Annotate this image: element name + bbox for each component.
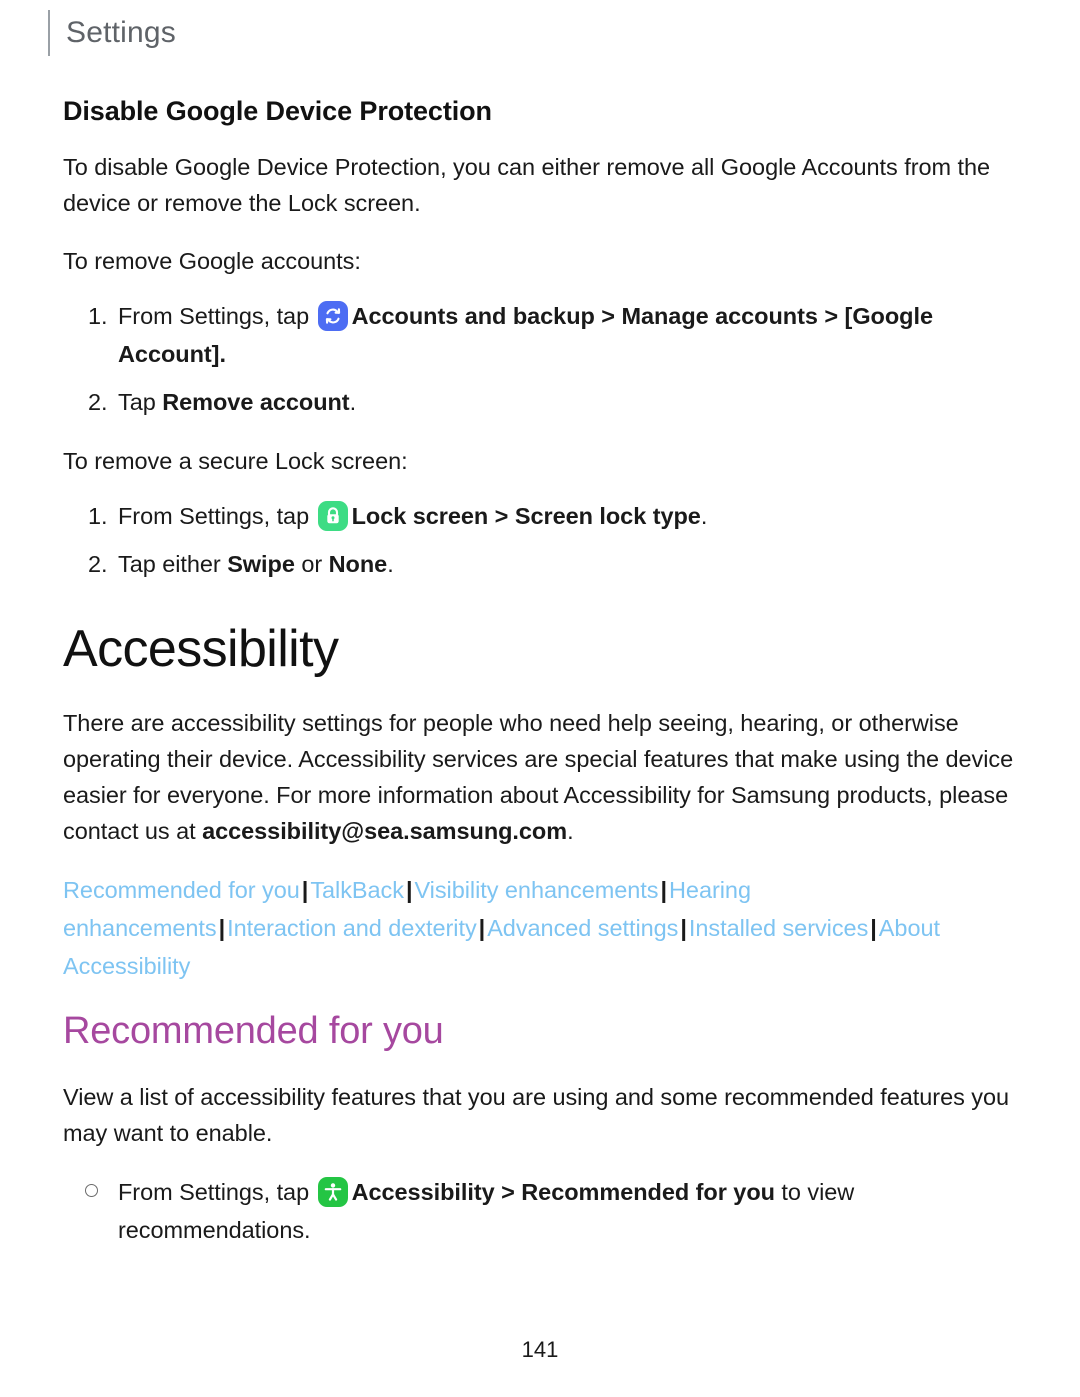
page-footer: 141	[0, 1337, 1080, 1363]
link-installed-services[interactable]: Installed services	[689, 915, 868, 941]
step-bold-lock-screen: Lock screen	[351, 503, 489, 530]
step-number: 1.	[88, 303, 108, 330]
step-text-prefix: From Settings, tap	[118, 303, 316, 330]
remove-lock-steps: 1. From Settings, tap Lock screen > Scree…	[63, 497, 1025, 583]
step-chevron-1: >	[494, 1179, 522, 1205]
chapter-heading-accessibility: Accessibility	[63, 620, 339, 679]
link-visibility-enhancements[interactable]: Visibility enhancements	[414, 877, 658, 903]
link-separator: |	[870, 915, 877, 942]
step-bold-screen-lock-type: Screen lock type	[514, 503, 701, 530]
link-separator: |	[218, 915, 226, 942]
step-text-prefix: Tap	[118, 389, 163, 416]
step-text-middle: or	[294, 551, 329, 578]
link-separator: |	[301, 877, 309, 904]
step-chevron-1: >	[488, 503, 515, 530]
step-bold-remove-account: Remove account	[162, 389, 350, 416]
section-heading-recommended-for-you: Recommended for you	[63, 1010, 444, 1053]
step-text-suffix: .	[700, 503, 708, 530]
link-separator: |	[660, 877, 668, 904]
step-bold-accessibility: Accessibility	[351, 1179, 495, 1205]
step-text-suffix: .	[219, 341, 226, 368]
recommended-intro: View a list of accessibility features th…	[63, 1084, 1010, 1146]
lock-screen-icon[interactable]	[317, 501, 348, 532]
sync-accounts-icon[interactable]	[317, 301, 348, 332]
step-number: 2.	[88, 551, 108, 578]
recommended-steps: From Settings, tap Accessibility > Recom…	[63, 1173, 1025, 1249]
step-number: 1.	[88, 503, 108, 530]
step-chevron-2: >	[817, 303, 845, 330]
accessibility-link-bar: Recommended for you|TalkBack|Visibility …	[63, 871, 1025, 985]
list-item: 2. Tap either Swipe or None.	[63, 545, 1025, 583]
link-recommended-for-you[interactable]: Recommended for you	[63, 877, 300, 903]
link-separator: |	[680, 915, 687, 942]
section-heading-device-protection: Disable Google Device Protection	[63, 96, 492, 126]
link-separator: |	[478, 915, 486, 942]
step-text-prefix: From Settings, tap	[118, 503, 316, 530]
header-title: Settings	[66, 16, 176, 49]
ring-bullet-icon	[85, 1173, 115, 1211]
link-separator: |	[405, 877, 413, 904]
accessibility-contact-email: accessibility@sea.samsung.com	[202, 818, 568, 845]
running-header: Settings	[48, 10, 176, 56]
accessibility-intro-period: .	[567, 818, 574, 845]
document-page: Settings Disable Google Device Protectio…	[0, 0, 1080, 1397]
page-content: Disable Google Device Protection To disa…	[63, 96, 1025, 1271]
remove-accounts-lead: To remove Google accounts:	[63, 248, 361, 275]
step-bold-recommended-for-you: Recommended for you	[521, 1179, 775, 1205]
step-bold-manage-accounts: Manage accounts	[621, 303, 818, 330]
list-item: 1. From Settings, tap Accounts and backup…	[63, 297, 1025, 373]
step-text-suffix: .	[349, 389, 357, 416]
step-text-prefix: From Settings, tap	[118, 1179, 316, 1205]
step-bold-swipe: Swipe	[227, 551, 295, 578]
accessibility-icon[interactable]	[317, 1177, 348, 1207]
link-talkback[interactable]: TalkBack	[310, 877, 404, 903]
page-number: 141	[521, 1337, 559, 1362]
header-rule	[48, 10, 50, 56]
device-protection-intro: To disable Google Device Protection, you…	[63, 154, 991, 217]
accessibility-intro: There are accessibility settings for peo…	[63, 705, 1025, 849]
remove-accounts-steps: 1. From Settings, tap Accounts and backup…	[63, 297, 1025, 421]
step-bold-accounts-backup: Accounts and backup	[351, 303, 595, 330]
list-item: From Settings, tap Accessibility > Recom…	[63, 1173, 1025, 1249]
link-interaction-and-dexterity[interactable]: Interaction and dexterity	[227, 915, 477, 941]
list-item: 1. From Settings, tap Lock screen > Scree…	[63, 497, 1025, 535]
step-text-suffix: .	[387, 551, 394, 578]
list-item: 2. Tap Remove account.	[63, 383, 1025, 421]
link-advanced-settings[interactable]: Advanced settings	[487, 915, 678, 941]
step-number: 2.	[88, 389, 108, 416]
step-chevron-1: >	[594, 303, 622, 330]
remove-lock-lead: To remove a secure Lock screen:	[63, 448, 408, 475]
step-text-prefix: Tap either	[118, 551, 228, 578]
step-bold-none: None	[328, 551, 388, 578]
